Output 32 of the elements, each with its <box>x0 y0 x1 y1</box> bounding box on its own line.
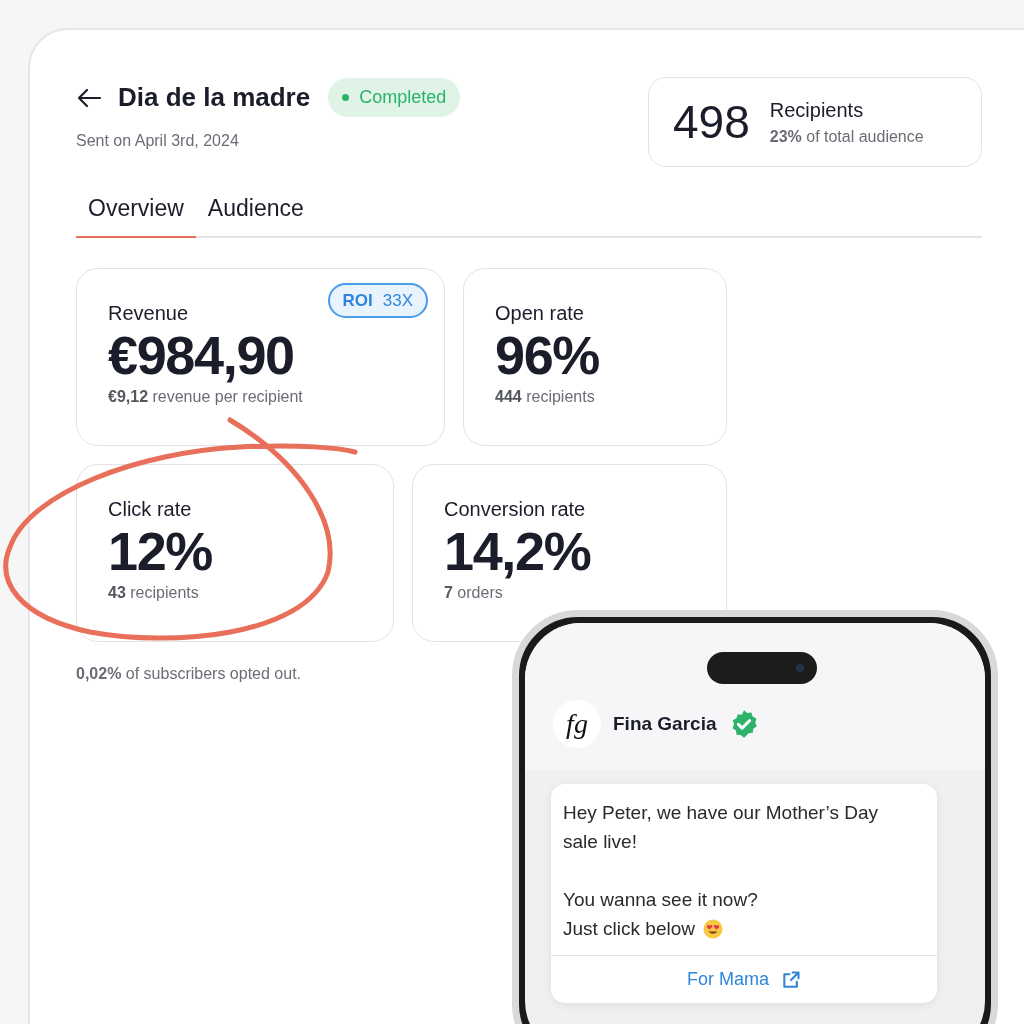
tab[interactable]: Overview <box>76 191 196 238</box>
metric-label: Conversion rate <box>444 496 587 522</box>
metric-label: Open rate <box>495 300 585 326</box>
metric-detail: 43 recipients <box>108 582 200 603</box>
opt-out-note: 0,02% of subscribers opted out. <box>76 663 302 684</box>
message-text: Hey Peter, we have our Mother’s Day sale live! <box>563 801 880 854</box>
message-text: Just click below <box>563 917 695 941</box>
metric-value: 96% <box>495 325 601 385</box>
metric-value: 14,2% <box>444 521 592 581</box>
metric-value: €984,90 <box>108 325 295 385</box>
sender-name: Fina Garcia <box>613 711 717 736</box>
metric-detail: 444 recipients <box>495 386 596 407</box>
metric-detail: €9,12 revenue per recipient <box>108 386 304 407</box>
back-arrow-icon[interactable] <box>76 86 102 109</box>
roi-value: 33X <box>382 289 413 312</box>
metric-label: Click rate <box>108 496 193 522</box>
recipients-count: 498 <box>673 94 750 150</box>
recipients-share: 23% of total audience <box>769 127 924 147</box>
recipients-label: Recipients <box>769 98 865 123</box>
roi-label: ROI <box>342 289 373 312</box>
message-text: You wanna see it now? <box>563 888 758 912</box>
brand-logo: fg <box>553 700 601 748</box>
metric-value: 12% <box>108 521 214 581</box>
link-button[interactable]: For Mama <box>551 956 937 1003</box>
sent-date: Sent on April 3rd, 2024 <box>76 131 240 151</box>
status-dot-icon <box>342 94 350 101</box>
campaign-title: Dia de la madre <box>118 81 311 114</box>
status-label: Completed <box>359 86 447 109</box>
camera-icon <box>795 663 805 673</box>
external-link-icon <box>781 969 801 990</box>
metric-detail: 7 orders <box>444 582 504 603</box>
tab[interactable]: Audience <box>195 191 316 238</box>
